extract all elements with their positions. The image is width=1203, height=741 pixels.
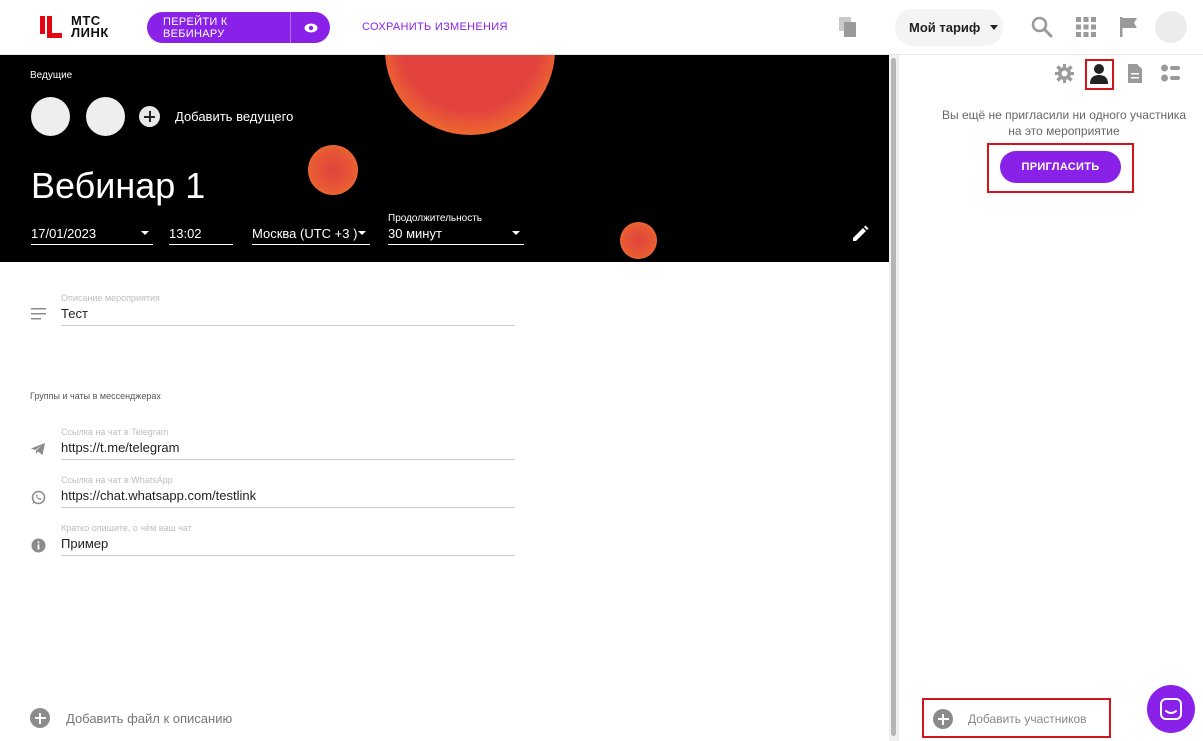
timezone-value: Москва (UTC +3 ): [252, 226, 358, 241]
telegram-icon: [31, 443, 45, 455]
timezone-select[interactable]: Москва (UTC +3 ): [252, 223, 370, 245]
description-label: Описание мероприятия: [61, 293, 160, 303]
copy-icon[interactable]: [838, 16, 858, 38]
decorative-blob-small: [308, 145, 358, 195]
logo[interactable]: МТС ЛИНК: [38, 14, 109, 40]
plus-circle-icon: [30, 708, 50, 728]
invite-button-highlight: [987, 143, 1134, 193]
decorative-blob-tiny: [620, 222, 657, 259]
time-value: 13:02: [169, 226, 202, 241]
participants-panel: Вы ещё не пригласили ни одного участника…: [898, 55, 1203, 741]
empty-participants-message: Вы ещё не пригласили ни одного участника…: [942, 108, 1186, 138]
search-icon[interactable]: [1031, 16, 1053, 38]
apps-grid-icon[interactable]: [1076, 17, 1096, 37]
description-lines-icon: [31, 308, 46, 320]
webinar-title[interactable]: Вебинар 1: [31, 165, 205, 207]
description-value[interactable]: Тест: [61, 306, 515, 325]
whatsapp-link-field[interactable]: Ссылка на чат в WhatsApp https://chat.wh…: [61, 475, 515, 508]
add-file-label: Добавить файл к описанию: [66, 710, 233, 726]
telegram-link-label: Ссылка на чат в Telegram: [61, 427, 169, 437]
webinar-hero: Ведущие Добавить ведущего Вебинар 1 17/0…: [0, 55, 898, 262]
whatsapp-icon: [31, 490, 46, 505]
add-participants-highlight: [922, 698, 1111, 738]
my-tariff-label: Мой тариф: [909, 20, 981, 35]
pencil-icon[interactable]: [851, 225, 869, 243]
support-chat-button[interactable]: [1147, 685, 1195, 733]
whatsapp-link-label: Ссылка на чат в WhatsApp: [61, 475, 173, 485]
telegram-link-value[interactable]: https://t.me/telegram: [61, 440, 515, 459]
settings-icon[interactable]: [1054, 63, 1075, 84]
user-avatar[interactable]: [1155, 11, 1187, 43]
decorative-blob-large: [385, 55, 555, 135]
hosts-title: Ведущие: [30, 70, 73, 81]
messengers-section-title: Группы и чаты в мессенджерах: [30, 391, 161, 401]
toggles-icon[interactable]: [1160, 63, 1181, 84]
preview-eye-icon[interactable]: [290, 12, 330, 43]
logo-mark-icon: [40, 16, 62, 38]
date-value: 17/01/2023: [31, 226, 97, 241]
chat-description-label: Кратко опишите, о чём ваш чат: [61, 523, 192, 533]
go-to-webinar-button[interactable]: ПЕРЕЙТИ К ВЕБИНАРУ: [147, 12, 330, 43]
add-host-button[interactable]: Добавить ведущего: [139, 106, 293, 127]
host-avatar-2[interactable]: [86, 97, 125, 136]
duration-select[interactable]: 30 минут: [388, 223, 524, 245]
flag-icon[interactable]: [1119, 16, 1139, 38]
save-changes-link[interactable]: СОХРАНИТЬ ИЗМЕНЕНИЯ: [362, 21, 508, 33]
chat-description-value[interactable]: Пример: [61, 536, 515, 555]
whatsapp-link-value[interactable]: https://chat.whatsapp.com/testlink: [61, 488, 515, 507]
top-bar: МТС ЛИНК ПЕРЕЙТИ К ВЕБИНАРУ СОХРАНИТЬ ИЗ…: [0, 0, 1203, 55]
chevron-down-icon: [990, 25, 999, 30]
document-icon[interactable]: [1127, 63, 1143, 84]
chat-description-field[interactable]: Кратко опишите, о чём ваш чат Пример: [61, 523, 515, 556]
add-file-button[interactable]: Добавить файл к описанию: [30, 708, 232, 728]
chevron-down-icon: [141, 231, 149, 235]
telegram-link-field[interactable]: Ссылка на чат в Telegram https://t.me/te…: [61, 427, 515, 460]
time-input[interactable]: 13:02: [169, 223, 233, 245]
plus-icon: [139, 106, 160, 127]
description-field[interactable]: Описание мероприятия Тест: [61, 293, 515, 326]
my-tariff-dropdown[interactable]: Мой тариф: [895, 9, 1003, 46]
logo-line-2: ЛИНК: [71, 25, 109, 40]
active-tab-highlight: [1085, 59, 1114, 90]
chevron-down-icon: [358, 231, 366, 235]
chat-icon: [1160, 698, 1182, 720]
chevron-down-icon: [512, 231, 520, 235]
logo-text: МТС ЛИНК: [71, 14, 109, 40]
host-avatar-1[interactable]: [31, 97, 70, 136]
date-select[interactable]: 17/01/2023: [31, 223, 153, 245]
info-icon: [31, 538, 46, 553]
duration-value: 30 минут: [388, 226, 442, 241]
main-scrollbar-thumb[interactable]: [891, 58, 896, 736]
add-host-label: Добавить ведущего: [175, 109, 294, 124]
go-to-webinar-label: ПЕРЕЙТИ К ВЕБИНАРУ: [163, 15, 228, 40]
